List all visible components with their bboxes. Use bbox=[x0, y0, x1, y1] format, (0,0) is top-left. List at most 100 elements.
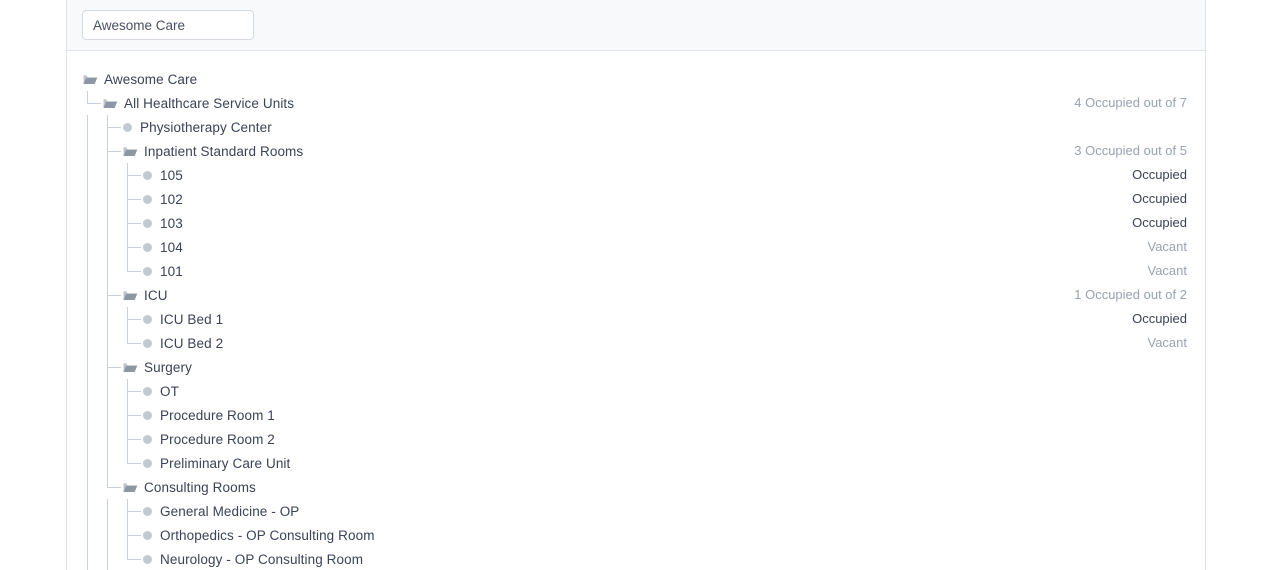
tree-row[interactable]: 101 Vacant bbox=[67, 259, 1205, 283]
tree-row[interactable]: 104 Vacant bbox=[67, 235, 1205, 259]
tree-node-label: ICU Bed 2 bbox=[160, 335, 224, 351]
tree-node[interactable]: 101 bbox=[143, 264, 183, 279]
tree-row[interactable]: Inpatient Standard Rooms 3 Occupied out o… bbox=[67, 139, 1205, 163]
tree-row[interactable]: Consulting Rooms bbox=[67, 475, 1205, 499]
tree-row[interactable]: Awesome Care bbox=[67, 67, 1205, 91]
tree-node-label: 103 bbox=[160, 215, 183, 231]
tree-rail bbox=[107, 523, 108, 547]
tree-node[interactable]: Neurology - OP Consulting Room bbox=[143, 552, 363, 567]
tree-connector bbox=[67, 163, 1205, 187]
tree-rail bbox=[127, 523, 128, 547]
node-status-badge: 3 Occupied out of 5 bbox=[1074, 143, 1187, 158]
tree-row[interactable]: ICU 1 Occupied out of 2 bbox=[67, 283, 1205, 307]
tree-row[interactable]: General Medicine - OP bbox=[67, 499, 1205, 523]
tree-rail bbox=[107, 427, 108, 451]
tree-node[interactable]: 103 bbox=[143, 216, 183, 231]
tree-rail bbox=[87, 187, 88, 211]
tree-node-dot-icon bbox=[143, 314, 152, 324]
tree-node-dot-icon bbox=[143, 338, 152, 348]
tree-rail bbox=[127, 259, 128, 271]
tree-elbow bbox=[127, 199, 141, 200]
tree-connector bbox=[67, 259, 1205, 283]
tree-node[interactable]: Physiotherapy Center bbox=[123, 120, 272, 135]
node-status-badge: Occupied bbox=[1132, 167, 1187, 182]
tree-connector bbox=[67, 67, 1205, 91]
tree-node[interactable]: Awesome Care bbox=[83, 72, 197, 87]
tree-node-label: All Healthcare Service Units bbox=[124, 95, 295, 111]
tree-node[interactable]: 102 bbox=[143, 192, 183, 207]
tree-node[interactable]: 105 bbox=[143, 168, 183, 183]
node-status-badge: Occupied bbox=[1132, 311, 1187, 326]
tree-node[interactable]: General Medicine - OP bbox=[143, 504, 299, 519]
search-input[interactable] bbox=[82, 10, 254, 40]
tree-rail bbox=[127, 331, 128, 343]
tree-elbow bbox=[127, 175, 141, 176]
tree-node[interactable]: ICU bbox=[123, 288, 168, 303]
tree-row[interactable]: Procedure Room 2 bbox=[67, 427, 1205, 451]
tree-rail bbox=[107, 475, 108, 487]
tree-row[interactable]: Preliminary Care Unit bbox=[67, 451, 1205, 475]
tree-body[interactable]: Awesome Care All Healthcare Service Units… bbox=[67, 51, 1205, 570]
open-folder-icon[interactable] bbox=[83, 73, 98, 86]
tree-rail bbox=[87, 427, 88, 451]
tree-row[interactable]: ICU Bed 1 Occupied bbox=[67, 307, 1205, 331]
tree-node[interactable]: ICU Bed 1 bbox=[143, 312, 223, 327]
node-status-badge: 1 Occupied out of 2 bbox=[1074, 287, 1187, 302]
tree-node[interactable]: Orthopedics - OP Consulting Room bbox=[143, 528, 375, 543]
tree-node-dot-icon bbox=[143, 410, 152, 420]
open-folder-icon[interactable] bbox=[123, 481, 138, 494]
tree-rail bbox=[87, 451, 88, 475]
tree-node[interactable]: Procedure Room 2 bbox=[143, 432, 275, 447]
tree-card: Awesome Care All Healthcare Service Units… bbox=[66, 0, 1206, 570]
tree-rail bbox=[87, 475, 88, 499]
node-status-badge: Vacant bbox=[1147, 263, 1187, 278]
tree-row[interactable]: Orthopedics - OP Consulting Room bbox=[67, 523, 1205, 547]
tree-node-dot-icon bbox=[143, 554, 152, 564]
tree-rail bbox=[127, 427, 128, 451]
tree-rail bbox=[127, 211, 128, 235]
tree-row[interactable]: Procedure Room 1 bbox=[67, 403, 1205, 427]
tree-node[interactable]: 104 bbox=[143, 240, 183, 255]
tree-node[interactable]: Procedure Room 1 bbox=[143, 408, 275, 423]
tree-elbow bbox=[127, 223, 141, 224]
tree-row[interactable]: 103 Occupied bbox=[67, 211, 1205, 235]
tree-node[interactable]: Preliminary Care Unit bbox=[143, 456, 290, 471]
tree-row[interactable]: Surgery bbox=[67, 355, 1205, 379]
tree-row[interactable]: Physiotherapy Center bbox=[67, 115, 1205, 139]
tree-node-label: Consulting Rooms bbox=[144, 479, 256, 495]
tree-rail bbox=[87, 211, 88, 235]
tree-connector bbox=[67, 307, 1205, 331]
tree-rail bbox=[127, 163, 128, 187]
open-folder-icon[interactable] bbox=[123, 289, 138, 302]
tree-node-label: ICU bbox=[144, 287, 168, 303]
tree-row[interactable]: 105 Occupied bbox=[67, 163, 1205, 187]
tree-row[interactable]: OT bbox=[67, 379, 1205, 403]
tree-node[interactable]: ICU Bed 2 bbox=[143, 336, 223, 351]
tree-node-dot-icon bbox=[123, 122, 132, 132]
tree-row[interactable]: All Healthcare Service Units 4 Occupied o… bbox=[67, 91, 1205, 115]
tree-rail bbox=[87, 547, 88, 570]
open-folder-icon[interactable] bbox=[103, 97, 118, 110]
tree-row[interactable]: 102 Occupied bbox=[67, 187, 1205, 211]
tree-row[interactable]: ICU Bed 2 Vacant bbox=[67, 331, 1205, 355]
tree-rail bbox=[107, 259, 108, 283]
tree-rail bbox=[107, 163, 108, 187]
tree-rail bbox=[107, 355, 108, 379]
tree-elbow bbox=[127, 343, 141, 344]
tree-node-label: Inpatient Standard Rooms bbox=[144, 143, 304, 159]
tree-rail bbox=[87, 259, 88, 283]
tree-node[interactable]: OT bbox=[143, 384, 179, 399]
tree-node-label: Procedure Room 1 bbox=[160, 407, 275, 423]
tree-row[interactable]: Neurology - OP Consulting Room bbox=[67, 547, 1205, 570]
open-folder-icon[interactable] bbox=[123, 145, 138, 158]
tree-rail bbox=[107, 379, 108, 403]
open-folder-icon[interactable] bbox=[123, 361, 138, 374]
tree-elbow bbox=[107, 295, 121, 296]
tree-node[interactable]: Consulting Rooms bbox=[123, 480, 256, 495]
tree-node[interactable]: Inpatient Standard Rooms bbox=[123, 144, 303, 159]
tree-node[interactable]: All Healthcare Service Units bbox=[103, 96, 294, 111]
tree-rail bbox=[127, 235, 128, 259]
tree-rail bbox=[107, 115, 108, 139]
tree-node[interactable]: Surgery bbox=[123, 360, 192, 375]
tree-connector bbox=[67, 331, 1205, 355]
